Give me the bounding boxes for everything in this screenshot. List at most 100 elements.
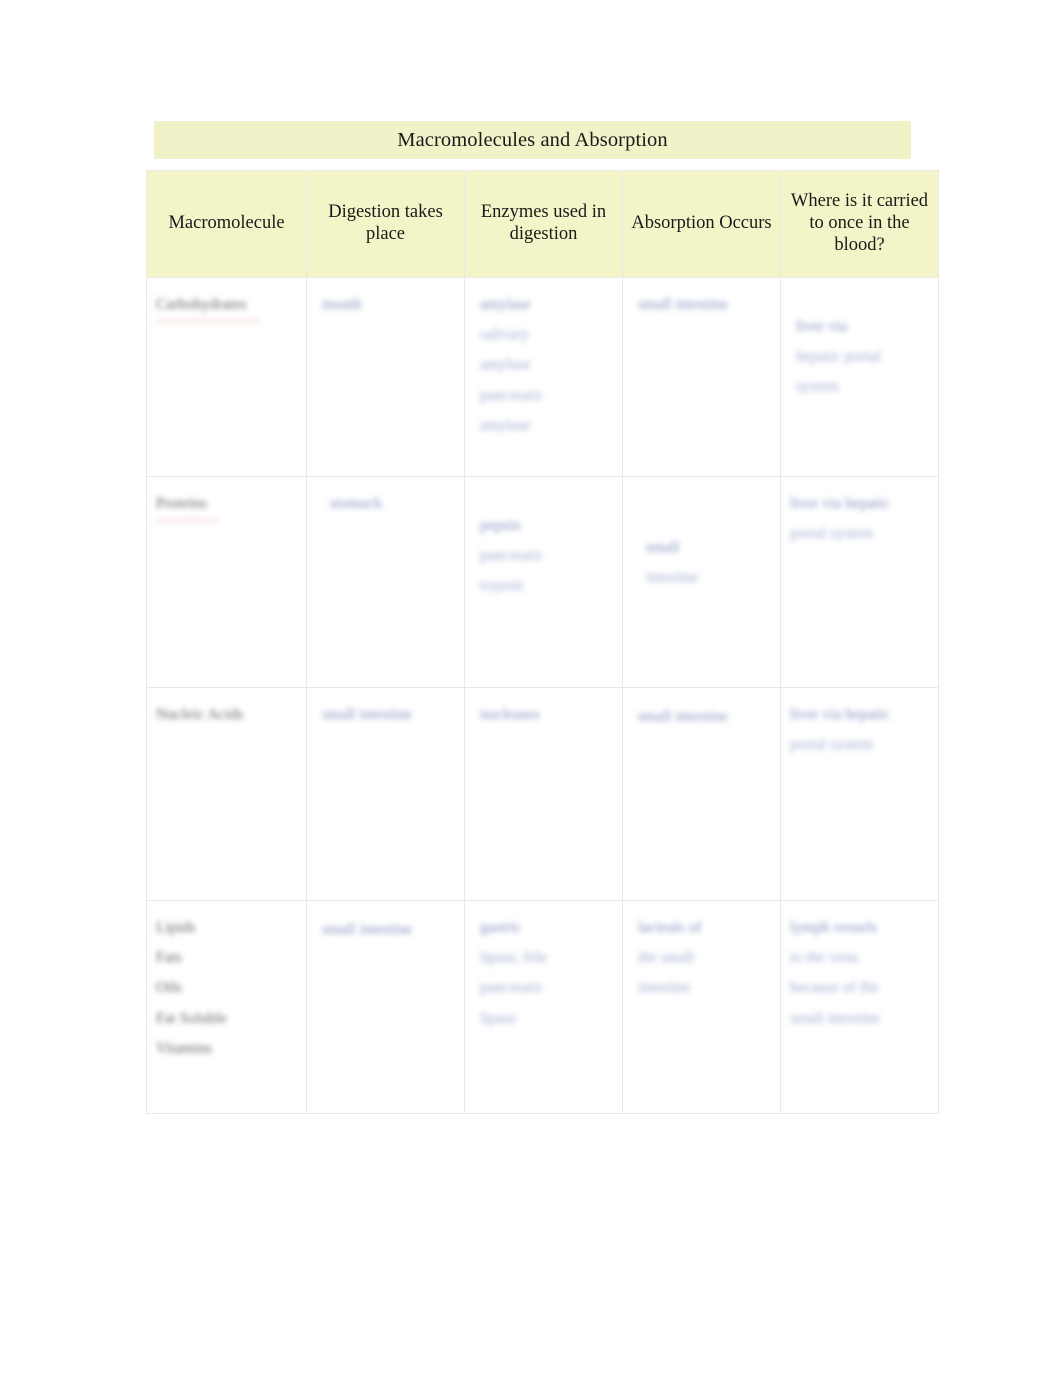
column-header-macromolecule: Macromolecule [146, 170, 307, 278]
cell-blood-destination[interactable]: lymph vessels to the vena because of the sm… [780, 900, 939, 1114]
cell-text-line: intestine [638, 979, 691, 997]
cell-digestion-location[interactable]: stomach [306, 476, 465, 688]
cell-macromolecule[interactable]: Nucleic Acids [146, 687, 307, 901]
cell-text-line: Lipids [156, 919, 196, 936]
cell-text-line: mouth [322, 296, 362, 313]
cell-content: Proteins [156, 489, 297, 519]
cell-content: amylase salivary amylase pancreatic amylase [474, 290, 613, 441]
cell-content: Lipids Fats Oils Fat Soluble Vitamins [156, 913, 297, 1064]
cell-text-line: hepatic portal [796, 348, 881, 366]
cell-text-line: nucleases [480, 706, 540, 723]
cell-text-line: salivary [480, 326, 530, 344]
cell-digestion-location[interactable]: mouth [306, 277, 465, 477]
cell-text-line: lipase, bile [480, 949, 548, 967]
cell-content: nucleases [474, 700, 613, 730]
cell-text-line: amylase [480, 416, 531, 434]
cell-text-line: lymph vessels [790, 919, 878, 936]
cell-enzymes[interactable]: pepsin pancreatic trypsin [464, 476, 623, 688]
cell-text-line: amylase [480, 296, 531, 313]
table-row: Proteins stomach pepsin pancreatic trypsin… [146, 476, 939, 688]
cell-macromolecule[interactable]: Proteins [146, 476, 307, 688]
document-title-banner: Macromolecules and Absorption [154, 121, 911, 159]
cell-enzymes[interactable]: nucleases [464, 687, 623, 901]
cell-enzymes[interactable]: gastric lipase, bile pancreatic lipase [464, 900, 623, 1114]
cell-text-line: liver via [796, 318, 848, 335]
page-title: Macromolecules and Absorption [397, 128, 668, 151]
cell-text-line: amylase [480, 356, 531, 374]
cell-text-line: gastric [480, 919, 522, 936]
cell-content: small intestine [632, 290, 771, 320]
cell-macromolecule[interactable]: Lipids Fats Oils Fat Soluble Vitamins [146, 900, 307, 1114]
column-header-enzymes: Enzymes used in digestion [464, 170, 623, 278]
cell-macromolecule[interactable]: Carbohydrates [146, 277, 307, 477]
column-header-label: Macromolecule [168, 213, 285, 234]
cell-absorption[interactable]: small intestine [622, 476, 781, 688]
cell-enzymes[interactable]: amylase salivary amylase pancreatic amylase [464, 277, 623, 477]
cell-text-line: lacteals of [638, 919, 702, 936]
cell-text-line: Fat Soluble [156, 1009, 228, 1027]
cell-content: small intestine [316, 700, 455, 730]
cell-text-line: Fats [156, 949, 182, 967]
cell-text-line: system [796, 378, 840, 396]
column-header-label: Absorption Occurs [631, 213, 772, 234]
cell-text-line: Oils [156, 979, 182, 997]
cell-text-line: the small [638, 949, 695, 967]
cell-text-line: pancreatic [480, 386, 544, 404]
cell-text-line: portal system [790, 736, 874, 754]
cell-text-line: trypsin [480, 577, 524, 595]
table-row: Carbohydrates mouth amylase salivary amyla… [146, 277, 939, 477]
cell-absorption[interactable]: small intestine [622, 277, 781, 477]
cell-text-line: Proteins [156, 489, 297, 519]
cell-content: liver via hepatic portal system [790, 700, 929, 760]
column-header-label: Enzymes used in digestion [480, 202, 607, 244]
cell-content: stomach [316, 489, 455, 519]
cell-absorption[interactable]: lacteals of the small intestine [622, 900, 781, 1114]
cell-text-line: liver via hepatic [790, 495, 890, 512]
cell-text-line: because of the [790, 979, 879, 997]
cell-text-line: stomach [330, 495, 382, 512]
cell-digestion-location[interactable]: small intestine [306, 687, 465, 901]
cell-blood-destination[interactable]: liver via hepatic portal system [780, 476, 939, 688]
cell-content: gastric lipase, bile pancreatic lipase [474, 913, 613, 1034]
cell-text-line: liver via hepatic [790, 706, 890, 723]
cell-text-line: pepsin [480, 517, 521, 534]
cell-blood-destination[interactable]: liver via hepatic portal system [780, 277, 939, 477]
cell-content: liver via hepatic portal system [790, 489, 929, 549]
cell-text-line: small intestine [638, 296, 728, 313]
cell-blood-destination[interactable]: liver via hepatic portal system [780, 687, 939, 901]
cell-content: pepsin pancreatic trypsin [474, 489, 613, 602]
spellcheck-underline: Carbohydrates [156, 290, 246, 320]
cell-text-line: intestine [646, 569, 699, 587]
cell-text-line: Carbohydrates [156, 290, 297, 320]
cell-text-line: pancreatic [480, 979, 544, 997]
column-header-blood-destination: Where is it carried to once in the blood… [780, 170, 939, 278]
table-body: Carbohydrates mouth amylase salivary amyla… [146, 277, 939, 1114]
cell-absorption[interactable]: small intestine [622, 687, 781, 901]
cell-text-line: small intestine [638, 708, 728, 725]
cell-content: small intestine [316, 913, 455, 945]
cell-content: Nucleic Acids [156, 700, 297, 730]
cell-text-line: small intestine [322, 706, 412, 723]
spellcheck-underline: Proteins [156, 489, 207, 519]
cell-text-line: Vitamins [156, 1039, 212, 1057]
cell-text-line: small [646, 539, 680, 556]
column-header-absorption: Absorption Occurs [622, 170, 781, 278]
cell-content: mouth [316, 290, 455, 320]
column-header-digestion-location: Digestion takes place [306, 170, 465, 278]
cell-text-line: portal system [790, 525, 874, 543]
macromolecules-table: Macromolecule Digestion takes place Enzy… [146, 170, 939, 1114]
cell-content: small intestine [632, 700, 771, 732]
document-page: Macromolecules and Absorption Macromolec… [0, 0, 1062, 1377]
column-header-label: Digestion takes place [328, 202, 443, 244]
table-row: Lipids Fats Oils Fat Soluble Vitamins small … [146, 900, 939, 1114]
cell-content: lacteals of the small intestine [632, 913, 771, 1004]
table-header-row: Macromolecule Digestion takes place Enzy… [146, 170, 939, 278]
cell-text-line: pancreatic [480, 547, 544, 565]
cell-text-line: Nucleic Acids [156, 706, 244, 723]
cell-content: liver via hepatic portal system [790, 290, 929, 403]
cell-text-line: small intestine [790, 1009, 880, 1027]
cell-digestion-location[interactable]: small intestine [306, 900, 465, 1114]
cell-text-line: to the vena [790, 949, 859, 967]
cell-text-line: lipase [480, 1009, 517, 1027]
table-row: Nucleic Acids small intestine nucleases … [146, 687, 939, 901]
